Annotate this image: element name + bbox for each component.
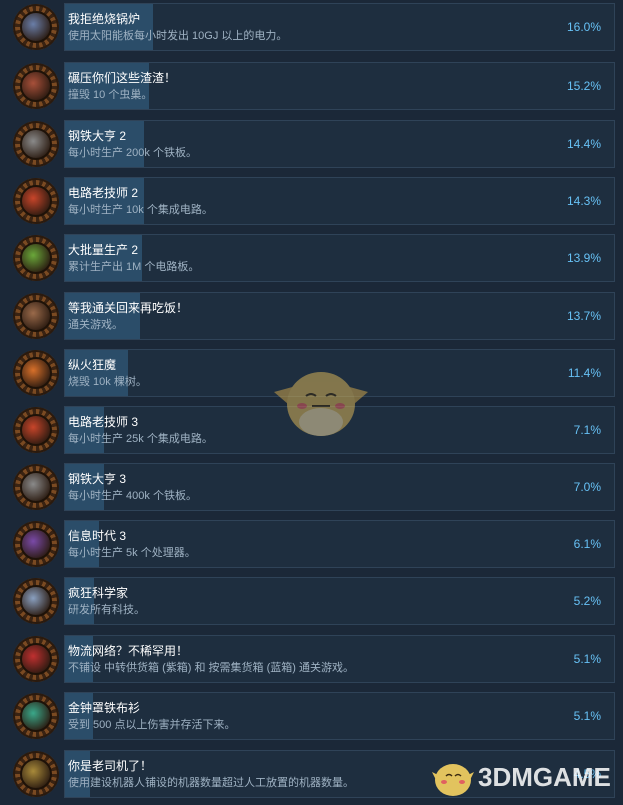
green-circuit-icon: [20, 242, 52, 274]
achievement-row: 金钟罩铁布衫受到 500 点以上伤害并存活下来。 5.1%: [10, 692, 615, 740]
achievement-title: 电路老技师 2: [68, 186, 139, 200]
achievement-title: 钢铁大亨 2: [68, 129, 127, 143]
achievement-icon: [13, 693, 59, 739]
processor-icon: [20, 528, 52, 560]
watermark-text: 3DMGAME: [478, 762, 611, 792]
achievement-percent: 5.1%: [573, 709, 601, 723]
iron-plate-icon: [20, 471, 52, 503]
achievement-row: 我拒绝烧锅炉使用太阳能板每小时发出 10GJ 以上的电力。 16.0%: [10, 3, 615, 51]
solar-panel-icon: [20, 11, 52, 43]
achievement-description: 每小时生产 400k 个铁板。: [68, 490, 197, 502]
achievement-icon: [13, 121, 59, 167]
achievement-row: 钢铁大亨 2 每小时生产 200k 个铁板。 14.4%: [10, 120, 615, 168]
armor-icon: [20, 700, 52, 732]
achievement-row: 碾压你们这些渣渣！ 撞毁 10 个虫巢。 15.2%: [10, 62, 615, 110]
achievement-row: 电路老技师 2 每小时生产 10k 个集成电路。 14.3%: [10, 177, 615, 225]
achievement-title: 纵火狂魔: [68, 358, 117, 372]
achievement-row: 等我通关回来再吃饭！ 通关游戏。 13.7%: [10, 292, 615, 340]
crushed-nest-icon: [20, 70, 52, 102]
science-icon: [20, 585, 52, 617]
achievement-description: 撞毁 10 个虫巢。: [68, 89, 153, 101]
achievement-title: 等我通关回来再吃饭！: [68, 301, 189, 315]
no-logistics-icon: [20, 643, 52, 675]
achievement-percent: 5.2%: [573, 594, 601, 608]
achievement-description: 不铺设 中转供货箱 (紫箱) 和 按需集货箱 (蓝箱) 通关游戏。: [68, 662, 354, 674]
achievement-row: 信息时代 3 每小时生产 5k 个处理器。 6.1%: [10, 520, 615, 568]
achievement-icon: [13, 751, 59, 797]
circuit-icon: [20, 414, 52, 446]
achievement-title: 碾压你们这些渣渣！: [68, 71, 177, 85]
watermark-mascot-icon: [432, 764, 474, 796]
mascot-watermark-icon: [274, 372, 368, 436]
achievement-description: 受到 500 点以上伤害并存活下来。: [68, 719, 236, 731]
watermark-logo: 3DMGAME: [430, 752, 615, 802]
achievement-description: 每小时生产 5k 个处理器。: [68, 547, 196, 559]
achievement-description: 每小时生产 25k 个集成电路。: [68, 433, 213, 445]
achievement-icon: [13, 464, 59, 510]
achievement-percent: 13.9%: [566, 251, 601, 265]
achievement-description: 研发所有科技。: [68, 604, 145, 616]
achievement-icon: [13, 521, 59, 567]
achievement-percent: 14.4%: [566, 137, 601, 151]
achievement-percent: 16.0%: [566, 20, 601, 34]
fire-icon: [20, 357, 52, 389]
circuit-icon: [20, 185, 52, 217]
achievement-description: 通关游戏。: [68, 319, 123, 331]
achievement-row: 钢铁大亨 3 每小时生产 400k 个铁板。 7.0%: [10, 463, 615, 511]
achievement-row: 物流网络？不稀罕用！ 不铺设 中转供货箱 (紫箱) 和 按需集货箱 (蓝箱) 通关…: [10, 635, 615, 683]
achievement-description: 使用建设机器人铺设的机器数量超过人工放置的机器数量。: [68, 777, 354, 789]
achievement-percent: 7.1%: [573, 423, 601, 437]
achievement-percent: 14.3%: [566, 194, 601, 208]
achievement-title: 我拒绝烧锅炉: [68, 12, 141, 26]
achievement-icon: [13, 178, 59, 224]
rocket-icon: [20, 300, 52, 332]
achievement-percent: 11.4%: [567, 366, 601, 380]
achievement-title: 电路老技师 3: [68, 415, 139, 429]
achievement-icon: [13, 293, 59, 339]
achievement-description: 每小时生产 10k 个集成电路。: [68, 204, 213, 216]
achievement-description: 每小时生产 200k 个铁板。: [68, 147, 197, 159]
achievement-progress-bar: [64, 577, 615, 625]
achievement-icon: [13, 350, 59, 396]
achievement-description: 烧毁 10k 棵树。: [68, 376, 147, 388]
iron-plate-icon: [20, 128, 52, 160]
achievement-title: 信息时代 3: [68, 529, 127, 543]
robot-icon: [20, 758, 52, 790]
achievement-description: 使用太阳能板每小时发出 10GJ 以上的电力。: [68, 30, 288, 42]
achievement-title: 钢铁大亨 3: [68, 472, 127, 486]
achievement-percent: 7.0%: [573, 480, 601, 494]
achievement-title: 大批量生产 2: [68, 243, 139, 257]
achievement-title: 疯狂科学家: [68, 586, 129, 600]
achievement-title: 物流网络？不稀罕用！: [68, 644, 189, 658]
achievement-percent: 5.1%: [573, 652, 601, 666]
achievement-title: 金钟罩铁布衫: [68, 701, 141, 715]
achievement-icon: [13, 63, 59, 109]
achievement-row: 大批量生产 2 累计生产出 1M 个电路板。 13.9%: [10, 234, 615, 282]
achievement-icon: [13, 235, 59, 281]
achievement-row: 疯狂科学家研发所有科技。 5.2%: [10, 577, 615, 625]
achievement-percent: 13.7%: [566, 309, 601, 323]
achievement-title: 你是老司机了！: [68, 759, 153, 773]
achievement-icon: [13, 636, 59, 682]
achievement-percent: 6.1%: [573, 537, 601, 551]
achievement-icon: [13, 4, 59, 50]
achievement-percent: 15.2%: [566, 79, 601, 93]
achievement-icon: [13, 578, 59, 624]
achievement-icon: [13, 407, 59, 453]
achievement-description: 累计生产出 1M 个电路板。: [68, 261, 200, 273]
